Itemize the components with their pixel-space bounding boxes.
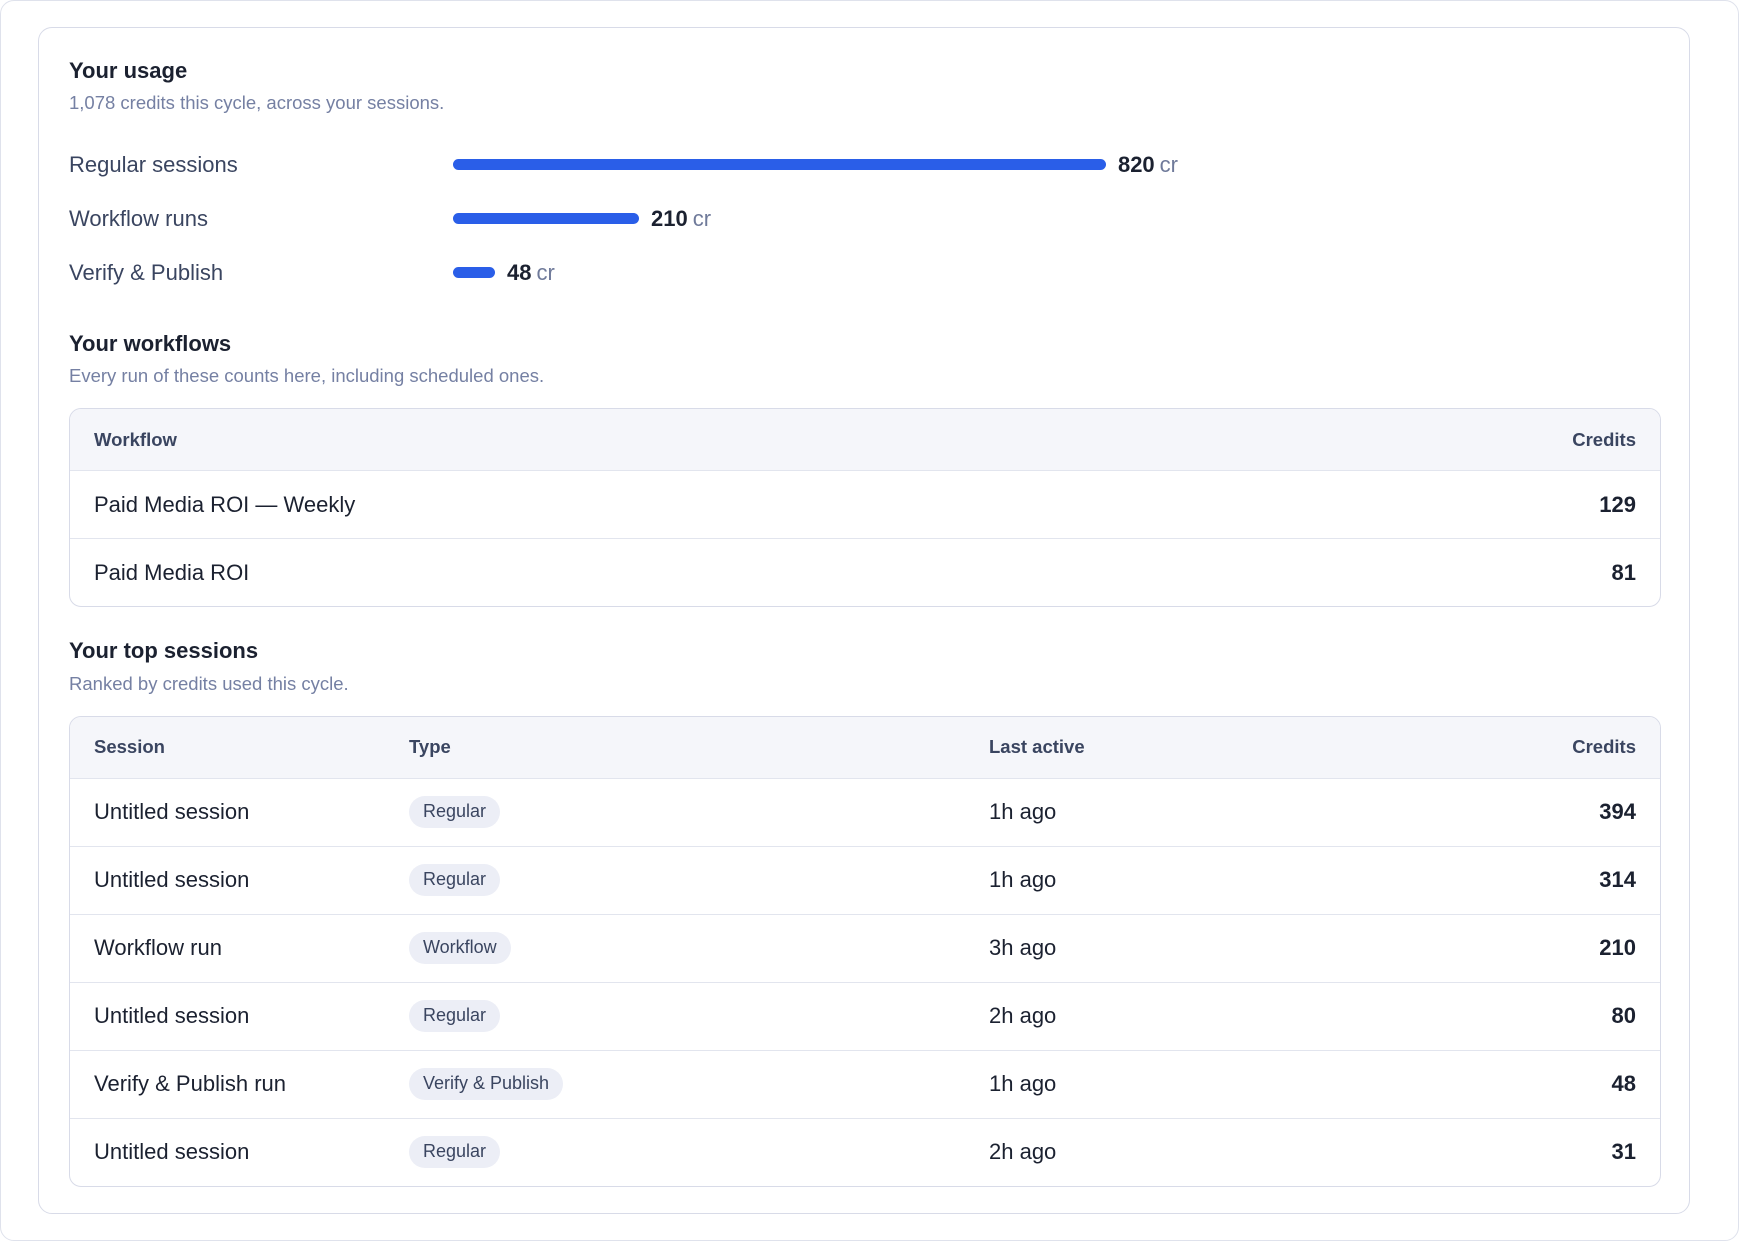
usage-value-unit: cr [1159, 151, 1178, 177]
session-type-cell: Workflow [409, 932, 989, 965]
column-header-credits: Credits [1572, 736, 1636, 758]
usage-row: Regular sessions 820 cr [69, 138, 1659, 192]
usage-value: 210 cr [651, 206, 711, 232]
usage-bar-track: 820 cr [453, 152, 1178, 178]
type-badge: Verify & Publish [409, 1068, 564, 1101]
usage-label: Regular sessions [69, 151, 238, 177]
session-credits: 314 [1599, 867, 1636, 893]
table-row[interactable]: Paid Media ROI 81 [70, 539, 1660, 606]
usage-row: Verify & Publish 48 cr [69, 246, 1659, 300]
session-last-active: 1h ago [989, 799, 1057, 825]
table-row[interactable]: Paid Media ROI — Weekly 129 [70, 471, 1660, 540]
session-name: Untitled session [94, 867, 250, 893]
table-row[interactable]: Workflow run Workflow 3h ago 210 [70, 915, 1660, 983]
table-row[interactable]: Untitled session Regular 2h ago 31 [70, 1119, 1660, 1186]
usage-bar [453, 267, 495, 279]
session-credits: 394 [1599, 799, 1636, 825]
workflows-table: Workflow Credits Paid Media ROI — Weekly… [69, 408, 1661, 608]
session-type-cell: Regular [409, 796, 989, 829]
outer-frame: Your usage 1,078 credits this cycle, acr… [0, 0, 1739, 1241]
usage-bar-track: 48 cr [453, 260, 1178, 286]
session-type-cell: Verify & Publish [409, 1068, 989, 1101]
usage-value-number: 48 [507, 259, 532, 285]
workflow-credits: 129 [1599, 491, 1636, 517]
table-row[interactable]: Untitled session Regular 1h ago 314 [70, 847, 1660, 915]
workflows-header: Your workflows Every run of these counts… [69, 331, 1659, 388]
usage-label: Workflow runs [69, 205, 208, 231]
usage-row: Workflow runs 210 cr [69, 192, 1659, 246]
type-badge: Regular [409, 864, 501, 897]
usage-value: 48 cr [507, 260, 555, 286]
usage-value: 820 cr [1118, 152, 1178, 178]
sessions-header: Your top sessions Ranked by credits used… [69, 638, 1659, 695]
table-row[interactable]: Verify & Publish run Verify & Publish 1h… [70, 1051, 1660, 1119]
session-last-active: 1h ago [989, 1071, 1057, 1097]
usage-value-number: 210 [651, 205, 688, 231]
session-name: Untitled session [94, 799, 250, 825]
usage-value-unit: cr [536, 259, 555, 285]
session-type-cell: Regular [409, 1136, 989, 1169]
table-row[interactable]: Untitled session Regular 2h ago 80 [70, 983, 1660, 1051]
session-type-cell: Regular [409, 864, 989, 897]
workflow-name: Paid Media ROI — Weekly [94, 491, 356, 517]
type-badge: Regular [409, 796, 501, 829]
workflow-credits: 81 [1611, 559, 1636, 585]
type-badge: Workflow [409, 932, 511, 965]
session-name: Untitled session [94, 1003, 250, 1029]
table-header: Session Type Last active Credits [70, 716, 1660, 779]
session-name: Verify & Publish run [94, 1071, 286, 1097]
sessions-table: Session Type Last active Credits Untitle… [69, 715, 1661, 1187]
usage-breakdown: Regular sessions 820 cr Workflow runs 210… [69, 138, 1659, 300]
table-header: Workflow Credits [70, 409, 1660, 472]
workflows-title: Your workflows [69, 330, 232, 356]
session-last-active: 2h ago [989, 1003, 1057, 1029]
type-badge: Regular [409, 1136, 501, 1169]
table-row[interactable]: Untitled session Regular 1h ago 394 [70, 779, 1660, 847]
session-name: Untitled session [94, 1139, 250, 1165]
column-header-credits: Credits [1572, 428, 1636, 450]
workflow-name: Paid Media ROI [94, 559, 250, 585]
session-credits: 31 [1611, 1139, 1636, 1165]
session-credits: 210 [1599, 935, 1636, 961]
usage-bar [453, 213, 639, 225]
type-badge: Regular [409, 1000, 501, 1033]
usage-bar [453, 159, 1106, 171]
session-credits: 80 [1611, 1003, 1636, 1029]
usage-subtitle: 1,078 credits this cycle, across your se… [69, 92, 445, 114]
usage-label: Verify & Publish [69, 259, 224, 285]
session-name: Workflow run [94, 935, 222, 961]
column-header-workflow: Workflow [94, 428, 177, 450]
session-type-cell: Regular [409, 1000, 989, 1033]
sessions-title: Your top sessions [69, 638, 259, 664]
session-last-active: 1h ago [989, 867, 1057, 893]
workflows-subtitle: Every run of these counts here, includin… [69, 364, 545, 386]
sessions-subtitle: Ranked by credits used this cycle. [69, 672, 349, 694]
session-credits: 48 [1611, 1071, 1636, 1097]
session-last-active: 3h ago [989, 935, 1057, 961]
usage-card: Your usage 1,078 credits this cycle, acr… [38, 27, 1690, 1214]
usage-title: Your usage [69, 58, 188, 83]
column-header-last-active: Last active [989, 736, 1085, 758]
usage-value-unit: cr [692, 205, 712, 231]
session-last-active: 2h ago [989, 1139, 1057, 1165]
usage-value-number: 820 [1117, 151, 1155, 177]
column-header-session: Session [94, 736, 165, 758]
usage-bar-track: 210 cr [453, 206, 1178, 232]
column-header-type: Type [409, 736, 451, 758]
